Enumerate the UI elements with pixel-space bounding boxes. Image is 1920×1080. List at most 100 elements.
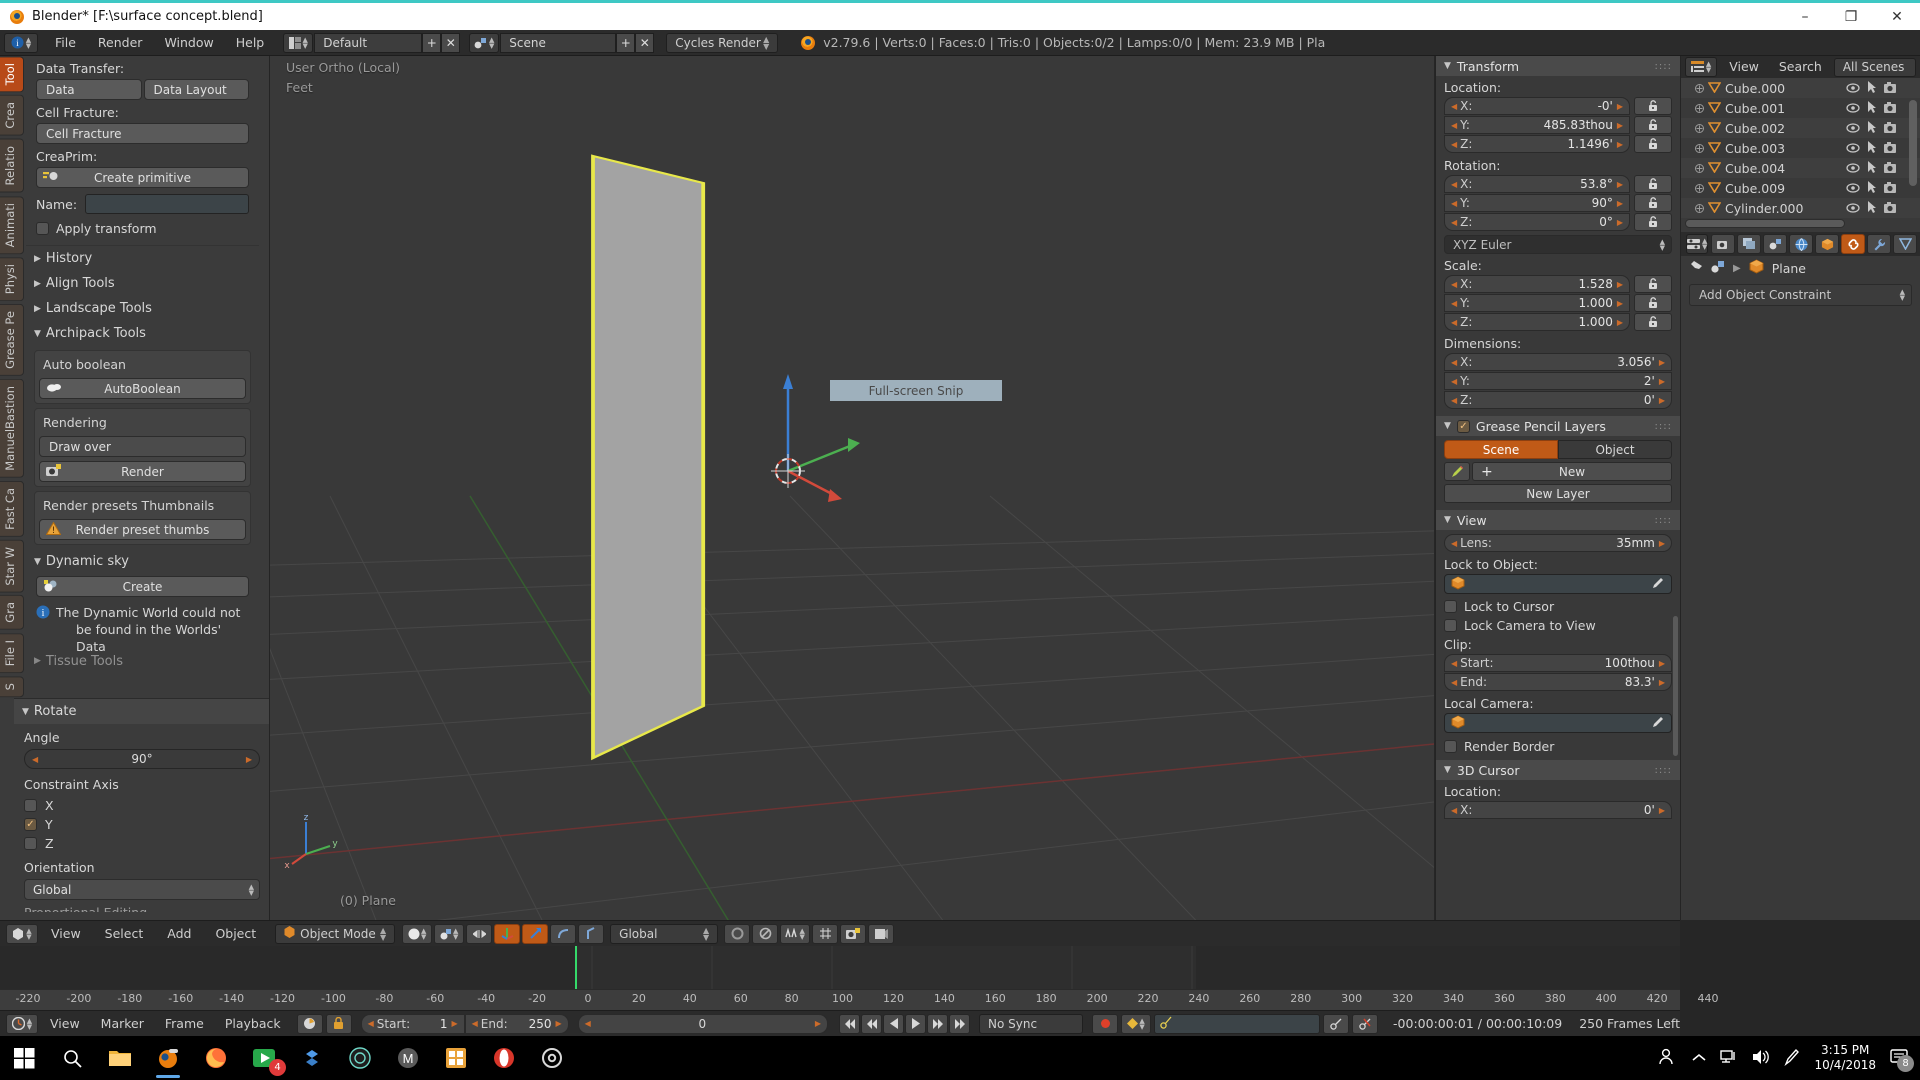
chevron-right-icon[interactable]: ▶ — [1659, 806, 1665, 815]
proportional-edit-icon[interactable] — [752, 923, 779, 944]
tool-tab-animati[interactable]: Animati — [0, 195, 24, 254]
lock-scale-x-icon[interactable] — [1634, 275, 1672, 293]
keying-set-field[interactable] — [1154, 1013, 1321, 1034]
outliner-mode-icon[interactable]: ▲ ▼ — [1685, 57, 1718, 77]
current-frame-field[interactable]: ◀ 0 ▶ — [577, 1013, 829, 1034]
tool-tab-fast-ca[interactable]: Fast Ca — [0, 480, 24, 537]
outliner-row[interactable]: Cube.009 — [1681, 178, 1920, 198]
draw-over-dropdown[interactable]: Draw over — [39, 436, 246, 457]
cursor-x-field[interactable]: ◀ X: 0' ▶ — [1444, 801, 1672, 819]
chevron-left-icon[interactable]: ◀ — [32, 755, 38, 764]
render-engine-dropdown[interactable]: Cycles Render ▲ ▼ — [666, 32, 779, 53]
menu-help[interactable]: Help — [225, 30, 276, 56]
tool-tab-star-w[interactable]: Star W — [0, 539, 24, 593]
chevron-right-icon[interactable]: ▶ — [815, 1019, 821, 1028]
mirror-icon[interactable] — [466, 923, 493, 944]
timeline-track-area[interactable] — [0, 946, 1680, 989]
rotation-x-field[interactable]: ◀ X: 53.8° ▶ — [1444, 175, 1630, 193]
autoboolean-button[interactable]: AutoBoolean — [39, 378, 246, 399]
search-icon[interactable] — [48, 1036, 96, 1080]
pivot-point-icon[interactable]: ▲ ▼ — [434, 923, 465, 944]
cursor-arrow-icon[interactable] — [1867, 140, 1877, 156]
rotate-panel-header[interactable]: ▼ Rotate — [14, 699, 269, 724]
properties-tab-constraint-chain-icon[interactable] — [1841, 234, 1866, 254]
gp-scene-tab[interactable]: Scene — [1444, 440, 1558, 459]
camera-icon[interactable] — [1884, 101, 1898, 116]
manipulator-extra-icon[interactable] — [578, 923, 605, 944]
tool-tab-physi[interactable]: Physi — [0, 256, 24, 302]
menu-window[interactable]: Window — [153, 30, 224, 56]
panel-archipack-tools[interactable]: ▼ Archipack Tools — [26, 321, 259, 346]
mail-icon[interactable]: M — [384, 1036, 432, 1080]
viewport-shading-icon[interactable]: ▲ ▼ — [402, 923, 433, 944]
eye-icon[interactable] — [1846, 121, 1860, 136]
cursor-arrow-icon[interactable] — [1867, 180, 1877, 196]
scale-x-field[interactable]: ◀ X: 1.528 ▶ — [1444, 275, 1630, 293]
cell-fracture-button[interactable]: Cell Fracture — [36, 123, 249, 144]
scene-icon[interactable]: ▲ ▼ — [469, 32, 500, 53]
location-x-field[interactable]: ◀ X: -0' ▶ — [1444, 97, 1630, 115]
minimize-button[interactable]: – — [1782, 2, 1828, 32]
cursor-arrow-icon[interactable] — [1867, 100, 1877, 116]
chevron-left-icon[interactable]: ◀ — [1451, 659, 1457, 668]
camera-icon[interactable] — [1884, 141, 1898, 156]
location-z-field[interactable]: ◀ Z: 1.1496' ▶ — [1444, 135, 1630, 153]
tool-tab-gra[interactable]: Gra — [0, 595, 24, 630]
clip-start-field[interactable]: ◀ Start: 100thou ▶ — [1444, 654, 1672, 672]
menu-file[interactable]: File — [44, 30, 87, 56]
timeline-ruler[interactable]: -220 -200 -180 -160 -140 -120 -100 -80 -60 -40 -20… — [0, 989, 1719, 1010]
lock-scale-z-icon[interactable] — [1634, 313, 1672, 331]
panel-align-tools[interactable]: ▶ Align Tools — [26, 271, 259, 296]
lock-camera-to-view-checkbox[interactable] — [1444, 619, 1457, 632]
expand-toggle-icon[interactable] — [1695, 161, 1704, 176]
chevron-left-icon[interactable]: ◀ — [1451, 539, 1457, 548]
firefox-icon[interactable] — [192, 1036, 240, 1080]
eye-icon[interactable] — [1846, 81, 1860, 96]
remove-layout-button[interactable]: ✕ — [441, 32, 461, 53]
camera-icon[interactable] — [1884, 161, 1898, 176]
chevron-right-icon[interactable]: ▶ — [1617, 218, 1623, 227]
3d-viewport[interactable]: z y x User Ortho (Local) Feet (0) Plane … — [270, 56, 1434, 920]
jump-start-icon[interactable] — [839, 1013, 861, 1034]
tool-tab-manuelbastion[interactable]: ManuelBastion — [0, 378, 24, 478]
start-frame-field[interactable]: ◀ Start: 1 ▶ — [360, 1013, 465, 1034]
chevron-right-icon[interactable]: ▶ — [246, 755, 252, 764]
expand-toggle-icon[interactable] — [1695, 141, 1704, 156]
spiral-app-icon[interactable] — [336, 1036, 384, 1080]
record-icon[interactable] — [1092, 1013, 1119, 1034]
chevron-right-icon[interactable]: ▶ — [1659, 659, 1665, 668]
outliner-vscrollbar[interactable] — [1909, 100, 1917, 186]
gp-pencil-icon[interactable] — [1444, 462, 1470, 481]
chevron-left-icon[interactable]: ◀ — [1451, 358, 1457, 367]
eye-icon[interactable] — [1846, 181, 1860, 196]
chevron-right-icon[interactable]: ▶ — [1617, 318, 1623, 327]
create-dynamic-sky-button[interactable]: Create — [36, 576, 249, 597]
chevron-left-icon[interactable]: ◀ — [585, 1019, 591, 1028]
menu-render[interactable]: Render — [87, 30, 154, 56]
gp-object-tab[interactable]: Object — [1558, 440, 1672, 459]
local-camera-field[interactable] — [1444, 713, 1672, 733]
chevron-right-icon[interactable]: ▶ — [1659, 539, 1665, 548]
scale-z-field[interactable]: ◀ Z: 1.000 ▶ — [1444, 313, 1630, 331]
remove-scene-button[interactable]: ✕ — [635, 32, 655, 53]
gp-new-layer-button[interactable]: New Layer — [1444, 484, 1672, 503]
outliner-row[interactable]: Cube.000 — [1681, 78, 1920, 98]
people-icon[interactable] — [1658, 1048, 1678, 1069]
cursor-arrow-icon[interactable] — [1867, 120, 1877, 136]
lock-location-z-icon[interactable] — [1634, 135, 1672, 153]
rotation-mode-dropdown[interactable]: XYZ Euler ▲ ▼ — [1444, 235, 1672, 254]
tool-tab-tool[interactable]: Tool — [0, 56, 24, 93]
camera-icon[interactable] — [1884, 81, 1898, 96]
file-explorer-icon[interactable] — [96, 1036, 144, 1080]
n-panel-scrollbar[interactable] — [1673, 616, 1678, 756]
viewport-menu-object[interactable]: Object — [204, 921, 267, 947]
grease-pencil-enable-checkbox[interactable]: ✓ — [1456, 419, 1470, 433]
jump-end-icon[interactable] — [949, 1013, 971, 1034]
add-object-constraint-dropdown[interactable]: Add Object Constraint ▲ ▼ — [1689, 284, 1912, 306]
chevron-left-icon[interactable]: ◀ — [368, 1019, 374, 1028]
snap-element-icon[interactable] — [812, 923, 839, 944]
chevron-left-icon[interactable]: ◀ — [1451, 140, 1457, 149]
tool-tab-crea[interactable]: Crea — [0, 95, 24, 136]
grease-pencil-panel-header[interactable]: ▼ ✓ Grease Pencil Layers :::: — [1436, 416, 1680, 436]
chevron-left-icon[interactable]: ◀ — [1451, 199, 1457, 208]
